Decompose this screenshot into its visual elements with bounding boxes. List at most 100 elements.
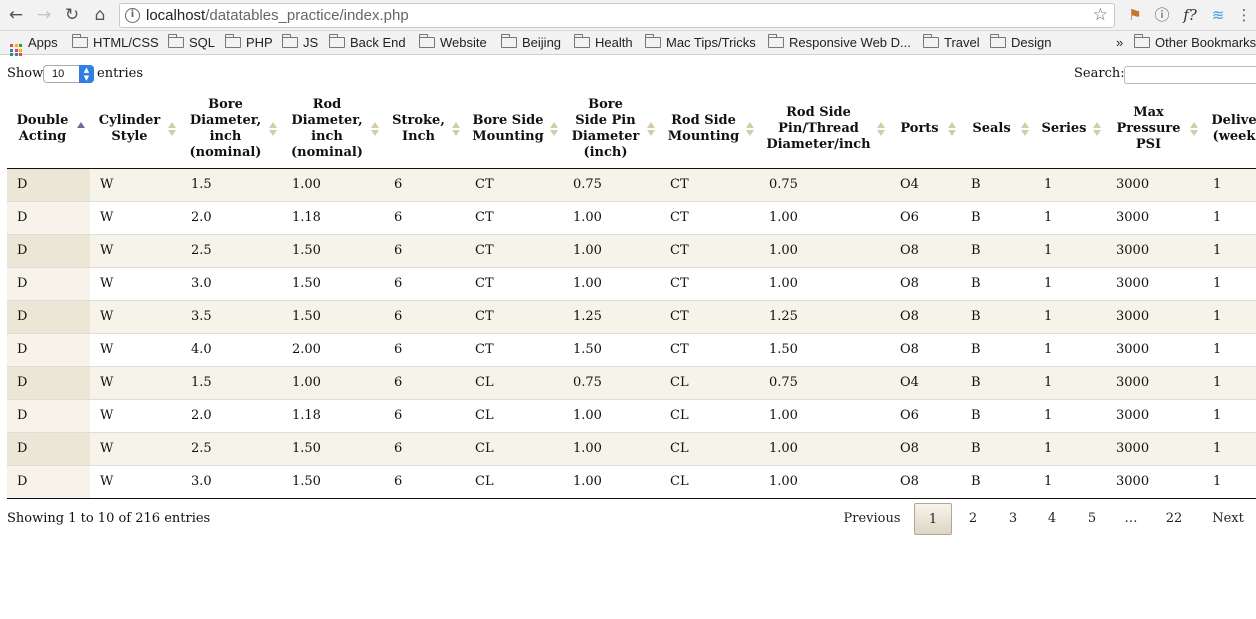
previous-page-button[interactable]: Previous bbox=[838, 503, 906, 535]
table-row[interactable]: D W 2.5 1.50 6 CT 1.00 CT 1.00 O8 B 1 3000 1 bbox=[7, 233, 1256, 267]
column-header[interactable]: Rod Side Mounting bbox=[660, 91, 759, 169]
table-cell: 1.00 bbox=[759, 266, 890, 300]
table-cell: O4 bbox=[900, 177, 919, 192]
table-cell: CT bbox=[660, 200, 759, 234]
sort-both-icon bbox=[948, 121, 956, 137]
bookmark-responsive-web[interactable]: Responsive Web D... bbox=[768, 34, 911, 52]
folder-icon bbox=[923, 34, 939, 48]
column-header[interactable]: Max Pressure PSI bbox=[1106, 91, 1203, 169]
folder-icon bbox=[282, 34, 298, 48]
table-row[interactable]: D W 2.5 1.50 6 CL 1.00 CL 1.00 O8 B 1 3000 1 bbox=[7, 431, 1256, 465]
column-header[interactable]: Delive (week bbox=[1203, 91, 1256, 169]
bookmark-website[interactable]: Website bbox=[419, 34, 487, 52]
table-row[interactable]: D W 3.5 1.50 6 CT 1.25 CT 1.25 O8 B 1 3000 1 bbox=[7, 299, 1256, 333]
column-header[interactable]: Bore Diameter, inch (nominal) bbox=[181, 91, 282, 169]
bookmark-sql[interactable]: SQL bbox=[168, 34, 215, 52]
table-row[interactable]: D W 4.0 2.00 6 CT 1.50 CT 1.50 O8 B 1 3000 1 bbox=[7, 332, 1256, 366]
bookmark-apps[interactable]: Apps bbox=[10, 34, 58, 56]
next-page-button[interactable]: Next bbox=[1205, 503, 1251, 535]
folder-icon bbox=[419, 34, 435, 48]
table-row[interactable]: D W 2.0 1.18 6 CL 1.00 CL 1.00 O6 B 1 3000 1 bbox=[7, 398, 1256, 432]
bookmark-beijing[interactable]: Beijing bbox=[501, 34, 561, 52]
column-header-label: Mounting bbox=[667, 129, 740, 145]
table-cell: CL bbox=[465, 398, 563, 432]
search-input[interactable] bbox=[1124, 66, 1256, 84]
column-header[interactable]: Stroke, Inch bbox=[384, 91, 465, 169]
bookmark-other-bookmarks[interactable]: Other Bookmarks bbox=[1134, 34, 1256, 52]
table-search: Search: bbox=[1074, 65, 1256, 85]
table-row[interactable]: D W 3.0 1.50 6 CT 1.00 CT 1.00 O8 B 1 3000 1 bbox=[7, 266, 1256, 300]
table-row[interactable]: D W 3.0 1.50 6 CL 1.00 CL 1.00 O8 B 1 3000 1 bbox=[7, 464, 1256, 499]
table-cell: 1.00 bbox=[563, 233, 660, 267]
home-icon[interactable]: ⌂ bbox=[88, 4, 112, 26]
table-cell: D bbox=[7, 299, 90, 333]
page-button-5[interactable]: 5 bbox=[1077, 503, 1107, 535]
info-icon[interactable]: i bbox=[125, 8, 140, 23]
table-cell: 1 bbox=[1034, 365, 1106, 399]
table-cell: 0.75 bbox=[769, 177, 798, 192]
table-cell: CL bbox=[660, 398, 759, 432]
reload-icon[interactable]: ↻ bbox=[60, 4, 84, 26]
column-header[interactable]: Cylinder Style bbox=[90, 91, 181, 169]
url-text[interactable]: localhost/datatables_practice/index.php bbox=[146, 4, 409, 27]
page-button-3[interactable]: 3 bbox=[998, 503, 1028, 535]
page-button-22[interactable]: 22 bbox=[1156, 503, 1192, 535]
table-cell: 1 bbox=[1044, 177, 1053, 192]
bookmark-manager-icon[interactable]: ⚑ bbox=[1125, 5, 1145, 25]
bookmark-mac-tips[interactable]: Mac Tips/Tricks bbox=[645, 34, 756, 52]
page-length-select[interactable]: 10 ▲ ▼ bbox=[43, 65, 94, 83]
column-header-label: Diameter, bbox=[189, 113, 262, 129]
bookmark-php[interactable]: PHP bbox=[225, 34, 273, 52]
bookmark-js[interactable]: JS bbox=[282, 34, 318, 52]
table-cell: CT bbox=[475, 177, 494, 192]
table-cell: CT bbox=[465, 233, 563, 267]
sort-both-icon bbox=[1190, 121, 1198, 137]
bookmarks-overflow-chevron[interactable]: » bbox=[1116, 34, 1123, 52]
bookmark-label: PHP bbox=[246, 35, 273, 50]
table-cell: 2.00 bbox=[282, 332, 384, 366]
column-header[interactable]: Rod Diameter, inch (nominal) bbox=[282, 91, 384, 169]
bookmark-back-end[interactable]: Back End bbox=[329, 34, 406, 52]
table-row[interactable]: D W 2.0 1.18 6 CT 1.00 CT 1.00 O6 B 1 3000 1 bbox=[7, 200, 1256, 234]
column-header-label: inch bbox=[311, 129, 343, 145]
entries-label: entries bbox=[97, 66, 144, 81]
bookmark-html-css[interactable]: HTML/CSS bbox=[72, 34, 159, 52]
column-header[interactable]: Bore Side Pin Diameter (inch) bbox=[563, 91, 660, 169]
column-header[interactable]: Double Acting bbox=[7, 91, 90, 169]
column-header[interactable]: Ports bbox=[890, 91, 961, 169]
font-extension-icon[interactable]: f? bbox=[1179, 5, 1201, 25]
forward-arrow-icon[interactable]: → bbox=[32, 4, 56, 26]
column-header[interactable]: Series bbox=[1034, 91, 1106, 169]
folder-icon bbox=[225, 34, 241, 48]
column-header[interactable]: Seals bbox=[961, 91, 1034, 169]
page-button-2[interactable]: 2 bbox=[958, 503, 988, 535]
menu-kebab-icon[interactable]: ⋮ bbox=[1236, 5, 1252, 25]
bookmark-design[interactable]: Design bbox=[990, 34, 1051, 52]
column-header[interactable]: Rod Side Pin/Thread Diameter/inch bbox=[759, 91, 890, 169]
back-arrow-icon[interactable]: ← bbox=[4, 4, 28, 26]
column-header-label: Bore Side bbox=[472, 113, 544, 129]
table-cell: 3000 bbox=[1106, 332, 1203, 366]
url-path: /datatables_practice/index.php bbox=[205, 7, 409, 24]
info-circle-icon[interactable]: ⓘ bbox=[1152, 5, 1172, 25]
page-button-4[interactable]: 4 bbox=[1037, 503, 1067, 535]
address-bar[interactable]: i localhost/datatables_practice/index.ph… bbox=[119, 3, 1115, 28]
bookmark-health[interactable]: Health bbox=[574, 34, 633, 52]
bookmark-star-icon[interactable]: ☆ bbox=[1093, 5, 1108, 26]
select-arrows-icon: ▲ ▼ bbox=[79, 65, 94, 83]
folder-icon bbox=[990, 34, 1006, 48]
column-header[interactable]: Bore Side Mounting bbox=[465, 91, 563, 169]
bookmark-label: Beijing bbox=[522, 35, 562, 50]
page-button-1[interactable]: 1 bbox=[914, 503, 952, 535]
table-cell: 6 bbox=[384, 332, 465, 366]
bookmark-travel[interactable]: Travel bbox=[923, 34, 980, 52]
wave-extension-icon[interactable]: ≋ bbox=[1207, 5, 1229, 25]
table-cell: 1.00 bbox=[292, 177, 321, 192]
table-cell: 1.5 bbox=[181, 365, 282, 399]
page-length-value: 10 bbox=[52, 68, 65, 80]
column-header-label: Rod Side bbox=[786, 105, 851, 121]
bookmark-label: HTML/CSS bbox=[93, 35, 159, 50]
table-cell: 0.75 bbox=[759, 365, 890, 399]
table-row[interactable]: D W 1.5 1.00 6 CL 0.75 CL 0.75 O4 B 1 3000 1 bbox=[7, 365, 1256, 399]
table-row[interactable]: D W 1.5 1.00 6 CT 0.75 CT 0.75 O4 B 1 3000 1 bbox=[7, 168, 1256, 201]
